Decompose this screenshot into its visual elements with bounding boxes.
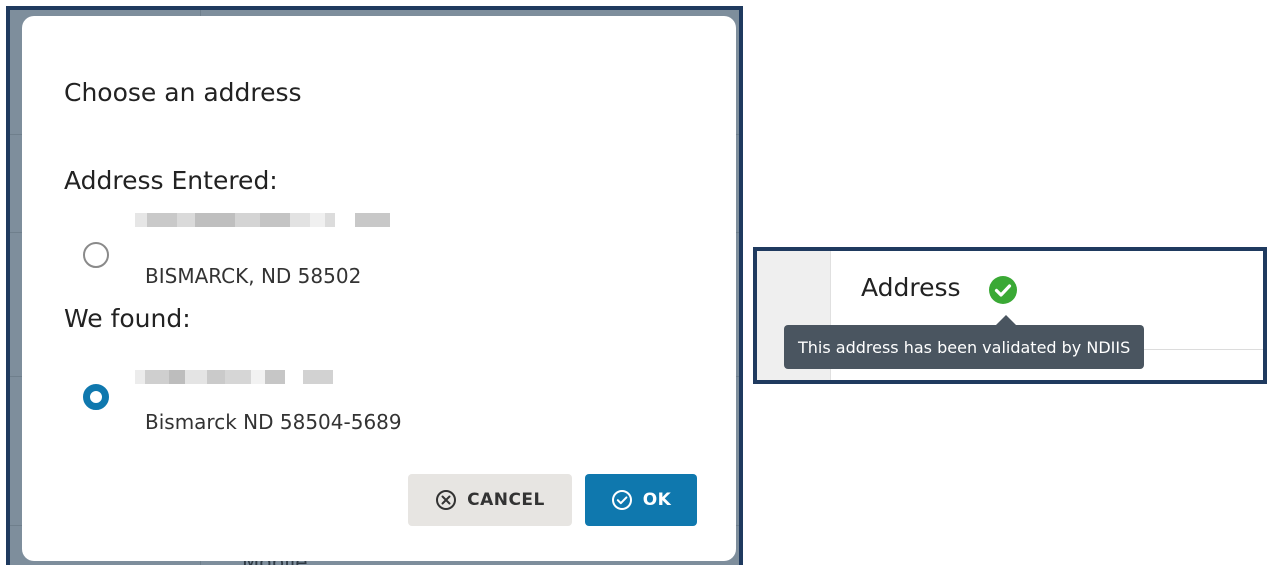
circle-check-icon [611,489,633,511]
ok-button[interactable]: OK [585,474,697,526]
ok-button-label: OK [642,490,672,510]
green-check-circle-icon[interactable] [988,275,1018,305]
validation-tooltip: This address has been validated by NDIIS [784,325,1145,369]
address-entered-radio[interactable] [83,242,109,268]
dialog-screenshot-panel: Mobile Choose an address Address Entered… [6,6,743,565]
we-found-heading: We found: [64,304,191,333]
we-found-radio[interactable] [83,384,109,410]
choose-address-dialog: Choose an address Address Entered: BISMA… [22,16,736,561]
redacted-street-entered [135,213,390,227]
redacted-street-found [135,370,333,384]
address-field-label: Address [861,273,961,302]
circle-x-icon [435,489,457,511]
address-validation-panel: Address This address has been validated … [753,247,1267,384]
cancel-button-label: CANCEL [467,490,545,510]
address-entered-heading: Address Entered: [64,166,278,195]
we-found-city-line: Bismarck ND 58504-5689 [145,410,402,434]
dialog-title: Choose an address [64,78,302,107]
cancel-button[interactable]: CANCEL [408,474,572,526]
tooltip-arrow [996,315,1016,325]
address-entered-city-line: BISMARCK, ND 58502 [145,264,362,288]
